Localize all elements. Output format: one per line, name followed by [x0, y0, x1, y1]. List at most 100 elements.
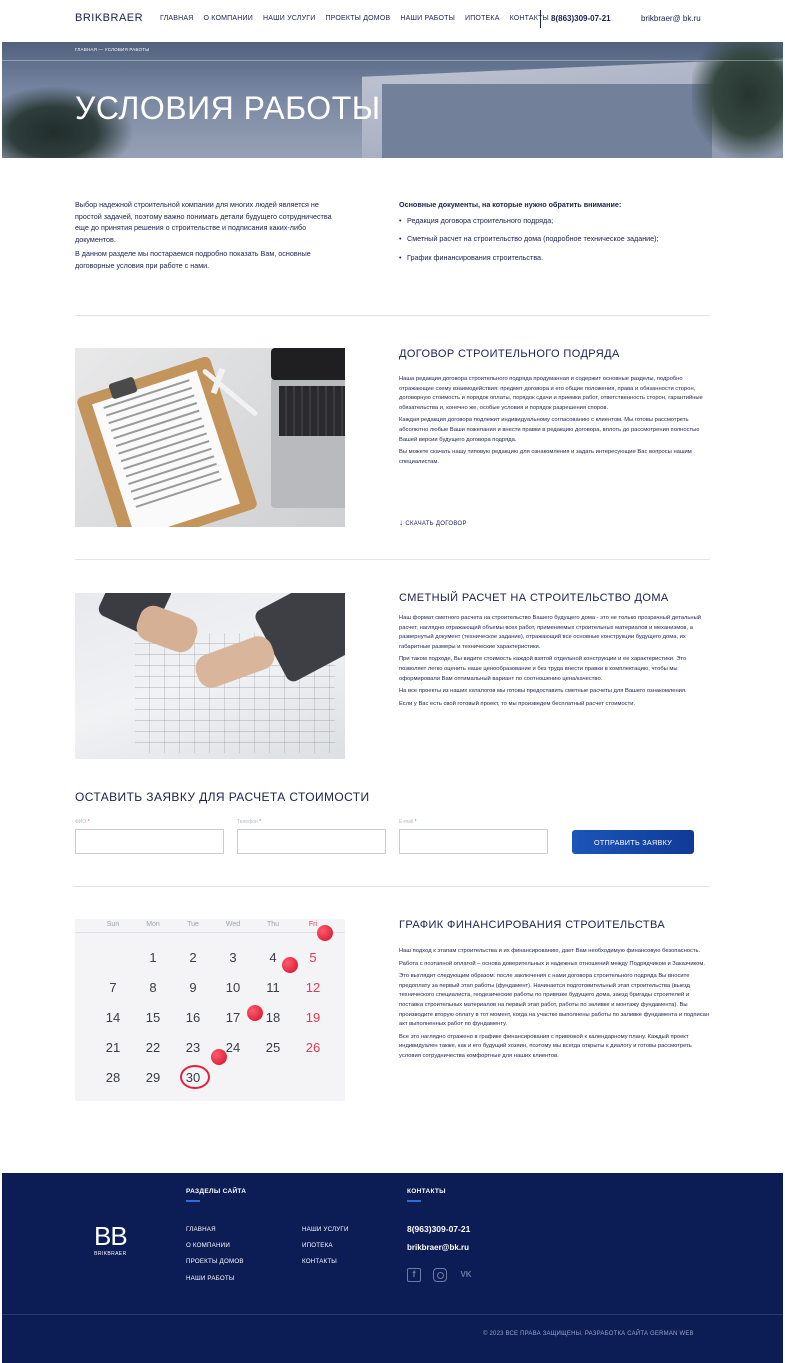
copyright: © 2023 ВСЕ ПРАВА ЗАЩИЩЕНЫ. РАЗРАБОТКА СА… [483, 1331, 694, 1337]
schedule-paragraph: Работа с поэтапной оплатой – основа дове… [399, 960, 705, 967]
calendar-day: 1 [149, 950, 157, 965]
estimate-paragraph: Наш формат сметного расчета на строитель… [399, 615, 701, 650]
footer-link-mortgage[interactable]: ИПОТЕКА [302, 1242, 333, 1249]
schedule-paragraph: Все это наглядно отражено в графике фина… [399, 1033, 692, 1059]
laptop-screen [271, 348, 345, 380]
header-email[interactable]: brikbraer@ bk.ru [641, 14, 701, 23]
calendar-rule [75, 932, 345, 933]
contract-title: ДОГОВОР СТРОИТЕЛЬНОГО ПОДРЯДА [399, 348, 620, 360]
calendar-day: 16 [185, 1010, 201, 1025]
footer-sections-heading: РАЗДЕЛЫ САЙТА [186, 1188, 247, 1195]
header-divider [540, 10, 541, 28]
footer-phone[interactable]: 8(963)309-07-21 [407, 1224, 470, 1234]
calendar-day: 14 [105, 1010, 121, 1025]
section-divider [75, 315, 710, 316]
submit-request-button[interactable]: ОТПРАВИТЬ ЗАЯВКУ [572, 830, 694, 854]
request-form-title: ОСТАВИТЬ ЗАЯВКУ ДЛЯ РАСЧЕТА СТОИМОСТИ [75, 790, 370, 804]
push-pin-icon [211, 1049, 227, 1065]
calendar-image: Sun Mon Tue Wed Thu Fri 1 2 3 4 5 7 8 9 … [75, 919, 345, 1101]
phone-field-label: Телефон * [237, 819, 261, 825]
contract-paragraph: Вы можете скачать нашу типовую редакцию … [399, 449, 692, 465]
footer-logo[interactable]: BB BRIKBRAER [94, 1223, 128, 1257]
download-label: СКАЧАТЬ ДОГОВОР [405, 521, 467, 527]
email-input[interactable] [400, 830, 547, 853]
download-arrow-icon: ↓ [399, 518, 404, 527]
vk-icon[interactable]: VK [459, 1268, 473, 1282]
schedule-text: Наш подход к этапам строительства и их ф… [399, 947, 711, 1062]
footer-link-projects[interactable]: ПРОЕКТЫ ДОМОВ [186, 1258, 244, 1265]
estimate-paragraph: На все проекты из наших каталогов мы гот… [399, 688, 687, 695]
footer-email[interactable]: brikbraer@bk.ru [407, 1243, 469, 1252]
hero-banner: ГЛАВНАЯ — УСЛОВИЯ РАБОТЫ УСЛОВИЯ РАБОТЫ [2, 42, 783, 158]
nav-item-home[interactable]: ГЛАВНАЯ [160, 15, 194, 22]
intro-paragraph: Выбор надежной строительной компании для… [75, 200, 332, 244]
label-text: ФИО [75, 819, 87, 825]
calendar-day: 23 [185, 1040, 201, 1055]
footer-link-home[interactable]: ГЛАВНАЯ [186, 1226, 216, 1233]
contract-text: Наша редакция договора строительного под… [399, 375, 711, 467]
facebook-icon[interactable]: f [407, 1268, 421, 1282]
intro-text: Выбор надежной строительной компании для… [75, 199, 340, 272]
heading-underline [407, 1200, 421, 1202]
weekday-label: Wed [225, 921, 241, 928]
documents-list-block: Основные документы, на которые нужно обр… [399, 199, 699, 270]
calendar-day: 11 [266, 980, 280, 995]
calendar-day: 25 [265, 1040, 281, 1055]
calendar-day: 22 [145, 1040, 161, 1055]
contract-paragraph: Каждая редакция договора подлежит индиви… [399, 417, 700, 443]
nav-item-mortgage[interactable]: ИПОТЕКА [465, 15, 500, 22]
list-item: График финансирования строительства. [399, 252, 699, 264]
footer-link-about[interactable]: О КОМПАНИИ [186, 1242, 230, 1249]
footer-logo-name: BRIKBRAER [94, 1251, 127, 1257]
footer-contacts-heading: КОНТАКТЫ [407, 1188, 446, 1195]
calendar-day: 10 [225, 980, 241, 995]
phone-input[interactable] [238, 830, 385, 853]
footer-link-works[interactable]: НАШИ РАБОТЫ [186, 1275, 235, 1282]
phone-field[interactable] [237, 829, 386, 854]
push-pin-icon [247, 1005, 263, 1021]
weekday-label: Thu [266, 921, 280, 928]
list-item: Редакция договора строительного подряда; [399, 215, 699, 227]
footer-link-contacts[interactable]: КОНТАКТЫ [302, 1258, 337, 1265]
section-divider [73, 886, 710, 887]
schedule-paragraph: Наш подход к этапам строительства и их ф… [399, 948, 701, 954]
estimate-text: Наш формат сметного расчета на строитель… [399, 614, 711, 709]
push-pin-icon [282, 957, 298, 973]
main-nav: ГЛАВНАЯ О КОМПАНИИ НАШИ УСЛУГИ ПРОЕКТЫ Д… [160, 15, 549, 22]
breadcrumb[interactable]: ГЛАВНАЯ — УСЛОВИЯ РАБОТЫ [75, 47, 149, 52]
weekday-label: Mon [146, 921, 160, 928]
nav-item-projects[interactable]: ПРОЕКТЫ ДОМОВ [325, 15, 390, 22]
calendar-day: 19 [305, 1010, 321, 1025]
download-contract-link[interactable]: ↓ СКАЧАТЬ ДОГОВОР [399, 518, 467, 527]
schedule-paragraph: Это выглядит следующим образом: после за… [399, 973, 710, 1028]
nav-item-contacts[interactable]: КОНТАКТЫ [510, 15, 549, 22]
name-input[interactable] [76, 830, 223, 853]
header-phone[interactable]: 8(863)309-07-21 [551, 14, 611, 23]
calendar-day: 5 [309, 950, 317, 965]
intro-paragraph: В данном разделе мы постараемся подробно… [75, 249, 311, 270]
site-logo[interactable]: BRIKBRAER [75, 12, 143, 24]
calendar-day: 21 [105, 1040, 121, 1055]
list-item: Сметный расчет на строительство дома (по… [399, 233, 699, 245]
estimate-title: СМЕТНЫЙ РАСЧЕТ НА СТРОИТЕЛЬСТВО ДОМА [399, 592, 669, 604]
required-mark: * [259, 819, 262, 825]
name-field[interactable] [75, 829, 224, 854]
label-text: Телефон [237, 819, 258, 825]
nav-item-about[interactable]: О КОМПАНИИ [204, 15, 253, 22]
required-mark: * [87, 819, 90, 825]
calendar-day: 15 [145, 1010, 161, 1025]
instagram-icon[interactable] [433, 1268, 447, 1282]
calendar-day: 9 [189, 980, 197, 995]
nav-item-works[interactable]: НАШИ РАБОТЫ [400, 15, 455, 22]
nav-item-services[interactable]: НАШИ УСЛУГИ [263, 15, 315, 22]
calendar-day: 7 [109, 980, 117, 995]
calendar-grid: 1 2 3 4 5 7 8 9 10 11 12 14 15 16 17 18 … [75, 943, 345, 1093]
calendar-day: 3 [229, 950, 237, 965]
page-title: УСЛОВИЯ РАБОТЫ [75, 90, 381, 126]
footer-link-services[interactable]: НАШИ УСЛУГИ [302, 1226, 349, 1233]
calendar-day: 8 [149, 980, 157, 995]
calendar-day: 17 [225, 1010, 241, 1025]
calendar-weekdays: Sun Mon Tue Wed Thu Fri [75, 921, 345, 928]
email-field-label: E-mail * [399, 819, 417, 825]
email-field[interactable] [399, 829, 548, 854]
